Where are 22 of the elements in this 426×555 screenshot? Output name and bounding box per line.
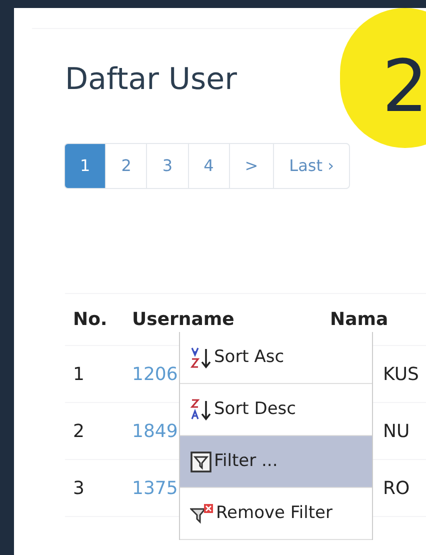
table-cell-text: NU xyxy=(383,420,410,444)
table-cell-text: 3 xyxy=(72,476,86,500)
sort-descending-icon xyxy=(190,398,212,422)
column-header: Username xyxy=(132,308,236,332)
page-title: Daftar User xyxy=(65,65,237,95)
page-link[interactable]: 1 xyxy=(64,143,106,189)
menu-item[interactable]: Filter ... xyxy=(180,436,372,488)
table-cell-text: RO xyxy=(383,476,410,500)
table-cell-text: 2 xyxy=(72,420,86,444)
table-cell-text: KUS xyxy=(383,362,419,386)
page-link[interactable]: > xyxy=(228,143,274,189)
table-cell-text: 1 xyxy=(72,362,86,386)
step-badge: 2 xyxy=(340,8,426,148)
column-header: Nama xyxy=(330,308,388,332)
remove-filter-icon xyxy=(190,502,214,524)
page-link[interactable]: Last › xyxy=(273,143,350,189)
filter-icon xyxy=(190,450,212,472)
page-link[interactable]: 4 xyxy=(188,143,230,189)
sort-ascending-icon xyxy=(190,346,212,370)
page-link[interactable]: 2 xyxy=(105,143,148,189)
column-header: No. xyxy=(72,308,108,332)
page-link[interactable]: 3 xyxy=(146,143,189,189)
